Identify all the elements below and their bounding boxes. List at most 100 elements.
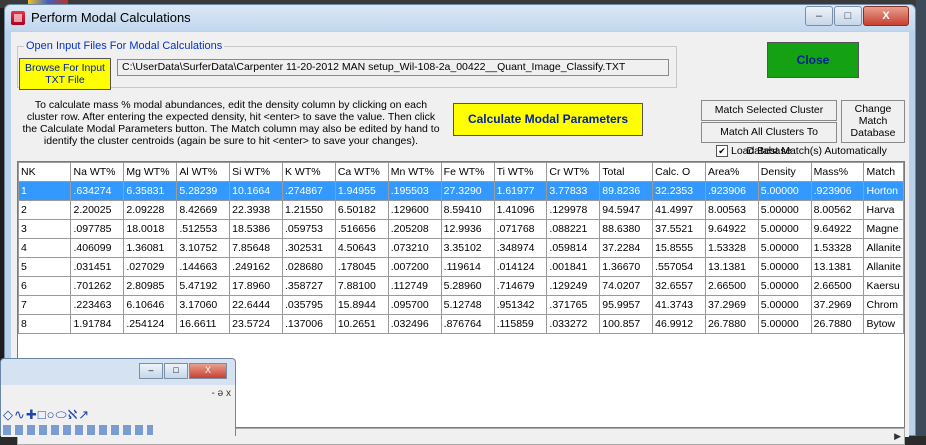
table-cell[interactable]: 37.2969 [810,295,865,315]
scroll-right-arrow-icon[interactable]: ▶ [894,431,901,442]
table-cell[interactable]: .014124 [493,257,548,277]
table-cell[interactable]: .274867 [282,181,336,201]
table-cell[interactable]: .073210 [387,238,442,258]
table-cell[interactable]: 17.8960 [229,276,283,296]
table-cell[interactable]: .406099 [70,238,125,258]
table-cell[interactable]: .129978 [546,200,601,220]
table-cell[interactable]: .129600 [387,200,442,220]
table-cell[interactable]: .302531 [282,238,336,258]
table-row[interactable]: 6.701262 2.80985 5.47192 17.8960.358727 7.88… [18,276,904,296]
column-header[interactable]: Match [863,162,904,182]
mini-close-button[interactable]: X [189,363,227,379]
table-cell[interactable]: .634274 [70,181,125,201]
table-row[interactable]: 8 1.91784.254124 16.6611 23.5724.137006 10.2… [18,314,904,334]
table-cell[interactable]: Allanite [863,257,904,277]
input-file-path[interactable]: C:\UserData\SurferData\Carpenter 11-20-2… [117,59,669,76]
table-cell[interactable]: 2.20025 [70,200,125,220]
table-cell[interactable]: .059753 [282,219,336,239]
table-row[interactable]: 7.223463 6.10646 3.17060 22.6444.035795 15.8… [18,295,904,315]
table-cell[interactable]: .923906 [810,181,865,201]
column-header[interactable]: Na WT% [70,162,125,182]
table-cell[interactable]: 9.64922 [704,219,759,239]
table-cell[interactable]: .701262 [70,276,125,296]
table-cell[interactable]: .095700 [387,295,442,315]
table-cell[interactable]: 10.1664 [229,181,283,201]
table-cell[interactable]: 8.00563 [704,200,759,220]
table-cell[interactable]: 6.50182 [334,200,389,220]
table-cell[interactable]: .112749 [387,276,442,296]
table-cell[interactable]: .371765 [546,295,601,315]
table-cell[interactable]: .071768 [493,219,548,239]
column-header[interactable]: Ti WT% [493,162,548,182]
column-header[interactable]: Fe WT% [440,162,495,182]
match-all-clusters-button[interactable]: Match All Clusters To Database [701,122,837,157]
table-cell[interactable]: .951342 [493,295,548,315]
table-cell[interactable]: 8.59410 [440,200,495,220]
table-cell[interactable]: 1.94955 [334,181,389,201]
table-cell[interactable]: .007200 [387,257,442,277]
table-cell[interactable]: Bytow [863,314,904,334]
table-cell[interactable]: .876764 [440,314,495,334]
table-cell[interactable]: 100.857 [599,314,654,334]
close-window-button[interactable]: X [863,6,909,26]
table-cell[interactable]: 26.7880 [810,314,865,334]
browse-input-button[interactable]: Browse For Input TXT File [19,58,111,90]
column-header[interactable]: Mass% [810,162,865,182]
table-cell[interactable]: 5.00000 [757,257,812,277]
table-cell[interactable]: .358727 [282,276,336,296]
table-cell[interactable]: 2.66500 [810,276,865,296]
table-cell[interactable]: .001841 [546,257,601,277]
table-cell[interactable]: 89.8236 [599,181,654,201]
table-cell[interactable]: 18.5386 [229,219,283,239]
column-header[interactable]: Si WT% [229,162,283,182]
column-header[interactable]: Cr WT% [546,162,601,182]
table-cell[interactable]: .195503 [387,181,442,201]
table-cell[interactable]: 5.00000 [757,181,812,201]
drawing-tools-toolbar[interactable]: ◇∿✚□○⬭ℵ↗ [3,407,90,423]
table-cell[interactable]: 15.8555 [652,238,706,258]
table-cell[interactable]: .097785 [70,219,125,239]
table-cell[interactable]: 9.64922 [810,219,865,239]
table-cell[interactable]: Chrom [863,295,904,315]
table-cell[interactable]: 6.10646 [123,295,178,315]
table-cell[interactable]: 27.3290 [440,181,495,201]
minimize-button[interactable]: – [805,6,833,26]
table-cell[interactable]: 8.00562 [810,200,865,220]
table-cell[interactable]: 1.91784 [70,314,125,334]
table-cell[interactable]: 5.00000 [757,295,812,315]
table-cell[interactable]: 5.12748 [440,295,495,315]
table-cell[interactable]: Magne [863,219,904,239]
table-cell[interactable]: 2.66500 [704,276,759,296]
table-cell[interactable]: 5.00000 [757,219,812,239]
column-header[interactable]: K WT% [282,162,336,182]
title-bar[interactable]: Perform Modal Calculations – □ X [5,5,915,31]
cluster-number-cell[interactable]: 2 [18,200,72,220]
table-cell[interactable]: 95.9957 [599,295,654,315]
table-cell[interactable]: .249162 [229,257,283,277]
table-cell[interactable]: 8.42669 [176,200,231,220]
column-header[interactable]: Calc. O [652,162,706,182]
table-cell[interactable]: 41.4997 [652,200,706,220]
checkbox-box[interactable]: ✔ [716,145,728,157]
table-row[interactable]: 2 2.20025 2.09228 8.42669 22.3938 1.21550 6.50… [18,200,904,220]
table-cell[interactable]: .027029 [123,257,178,277]
table-cell[interactable]: 5.00000 [757,276,812,296]
table-cell[interactable]: .028680 [282,257,336,277]
close-button[interactable]: Close [767,42,859,78]
table-cell[interactable]: 1.61977 [493,181,548,201]
table-cell[interactable]: 22.6444 [229,295,283,315]
match-selected-cluster-button[interactable]: Match Selected Cluster [701,100,837,121]
table-cell[interactable]: Allanite [863,238,904,258]
table-cell[interactable]: .178045 [334,257,389,277]
table-cell[interactable]: 4.50643 [334,238,389,258]
table-cell[interactable]: 32.2353 [652,181,706,201]
column-header[interactable]: Al WT% [176,162,231,182]
table-cell[interactable]: 23.5724 [229,314,283,334]
table-cell[interactable]: 46.9912 [652,314,706,334]
table-cell[interactable]: 3.35102 [440,238,495,258]
table-cell[interactable]: 7.88100 [334,276,389,296]
table-cell[interactable]: 37.2284 [599,238,654,258]
table-cell[interactable]: .129249 [546,276,601,296]
table-cell[interactable]: 5.28960 [440,276,495,296]
table-cell[interactable]: .032496 [387,314,442,334]
